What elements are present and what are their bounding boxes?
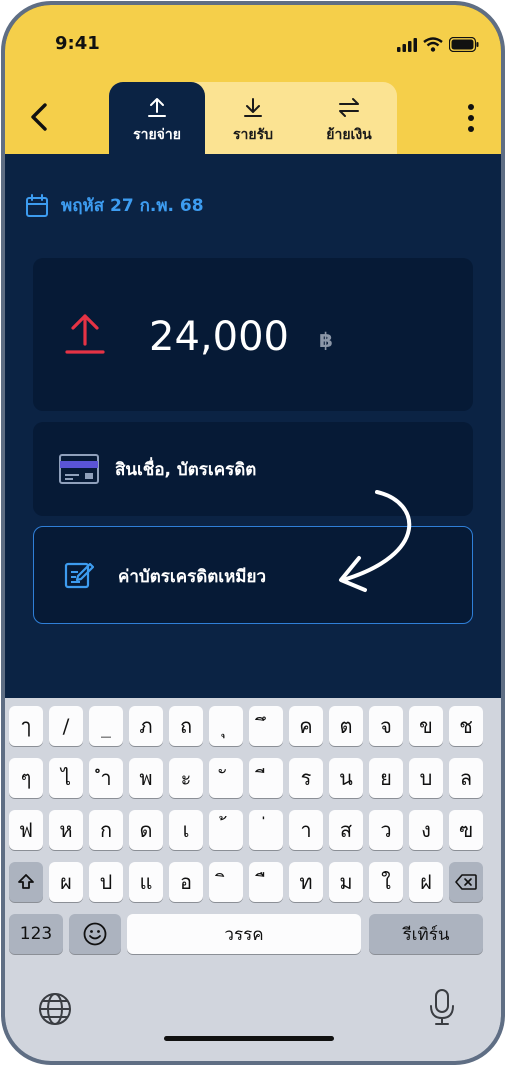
key[interactable]: ย <box>369 758 403 798</box>
entry-form: พฤหัส 27 ก.พ. 68 24,000 ฿ สินเชื่อ, บัตร… <box>5 154 501 698</box>
key[interactable]: ฝ <box>409 862 443 902</box>
key[interactable]: ั <box>209 758 243 798</box>
transfer-icon <box>339 98 359 117</box>
date-label: พฤหัส 27 ก.พ. 68 <box>61 196 204 216</box>
return-key[interactable]: รีเทิร์น <box>369 914 483 954</box>
currency-symbol: ฿ <box>319 328 333 352</box>
home-indicator <box>164 1036 334 1041</box>
space-key[interactable]: วรรค <box>127 914 361 954</box>
key[interactable]: เ <box>169 810 203 850</box>
key[interactable]: น <box>329 758 363 798</box>
signal-icon <box>397 37 417 52</box>
status-icons <box>397 37 479 52</box>
emoji-icon <box>83 922 107 946</box>
amount-card[interactable]: 24,000 ฿ <box>33 258 473 411</box>
key[interactable]: ่ <box>249 810 283 850</box>
date-selector[interactable]: พฤหัส 27 ก.พ. 68 <box>25 192 204 219</box>
key[interactable]: ง <box>409 810 443 850</box>
tab-income-label: รายรับ <box>233 127 273 143</box>
key[interactable]: / <box>49 706 83 746</box>
key[interactable]: ข <box>409 706 443 746</box>
wifi-icon <box>423 37 443 52</box>
download-icon <box>244 98 262 117</box>
backspace-icon <box>455 874 477 890</box>
tab-transfer-label: ย้ายเงิน <box>326 127 372 143</box>
key[interactable]: ท <box>289 862 323 902</box>
key[interactable]: ึ <box>249 706 283 746</box>
tab-income[interactable]: รายรับ <box>205 82 301 154</box>
shift-key[interactable] <box>9 862 43 902</box>
expense-arrow-icon <box>65 314 105 354</box>
key[interactable]: ม <box>329 862 363 902</box>
key[interactable]: จ <box>369 706 403 746</box>
note-text: ค่าบัตรเครดิตเหมียว <box>118 567 267 587</box>
key[interactable]: ส <box>329 810 363 850</box>
key[interactable]: ๅ <box>9 706 43 746</box>
key[interactable]: _ <box>89 706 123 746</box>
transaction-type-tabs: รายจ่าย รายรับ ย้ายเงิน <box>109 82 397 154</box>
key[interactable]: แ <box>129 862 163 902</box>
status-time: 9:41 <box>55 33 100 54</box>
category-label: สินเชื่อ, บัตรเครดิต <box>115 460 257 480</box>
calendar-icon <box>26 193 48 217</box>
upload-icon <box>148 98 166 117</box>
key[interactable]: า <box>289 810 323 850</box>
key[interactable]: ื <box>249 862 283 902</box>
top-bar: 9:41 รายจ่าย รายรับ ย้ายเงิน <box>5 5 501 154</box>
numbers-key[interactable]: 123 <box>9 914 63 954</box>
key[interactable]: ช <box>449 706 483 746</box>
key[interactable]: ไ <box>49 758 83 798</box>
curved-arrow-annotation <box>339 490 412 592</box>
phone-frame: 9:41 รายจ่าย รายรับ ย้ายเงิน พฤหัส 27 ก.… <box>1 1 505 1065</box>
more-options-icon[interactable] <box>467 103 475 133</box>
amount-value: 24,000 <box>149 314 289 360</box>
key[interactable]: ฟ <box>9 810 43 850</box>
key[interactable]: บ <box>409 758 443 798</box>
thai-keyboard: ๅ / _ ภ ถ ุ ึ ค ต จ ข ช ๆ ไ ำ พ ะ ั ี ร … <box>5 698 501 1061</box>
key[interactable]: ต <box>329 706 363 746</box>
key[interactable]: ก <box>89 810 123 850</box>
microphone-icon[interactable] <box>429 988 455 1026</box>
key[interactable]: ป <box>89 862 123 902</box>
tab-expense-label: รายจ่าย <box>133 127 181 143</box>
key[interactable]: ด <box>129 810 163 850</box>
key[interactable]: ิ <box>209 862 243 902</box>
shift-icon <box>18 874 34 889</box>
key[interactable]: ะ <box>169 758 203 798</box>
backspace-key[interactable] <box>449 862 483 902</box>
emoji-key[interactable] <box>69 914 121 954</box>
key[interactable]: ร <box>289 758 323 798</box>
key[interactable]: ้ <box>209 810 243 850</box>
tab-expense[interactable]: รายจ่าย <box>109 82 205 154</box>
key[interactable]: ฃ <box>449 810 483 850</box>
key[interactable]: ภ <box>129 706 163 746</box>
key[interactable]: อ <box>169 862 203 902</box>
edit-note-icon <box>64 562 94 589</box>
back-icon[interactable] <box>27 101 51 133</box>
key[interactable]: ห <box>49 810 83 850</box>
key[interactable]: ผ <box>49 862 83 902</box>
key[interactable]: ใ <box>369 862 403 902</box>
globe-icon[interactable] <box>38 992 72 1026</box>
key[interactable]: ถ <box>169 706 203 746</box>
key[interactable]: ว <box>369 810 403 850</box>
key[interactable]: ๆ <box>9 758 43 798</box>
key[interactable]: ี <box>249 758 283 798</box>
credit-card-icon <box>59 454 99 484</box>
tab-transfer[interactable]: ย้ายเงิน <box>301 82 397 154</box>
key[interactable]: ล <box>449 758 483 798</box>
key[interactable]: พ <box>129 758 163 798</box>
battery-icon <box>449 37 479 52</box>
key[interactable]: ค <box>289 706 323 746</box>
key[interactable]: ุ <box>209 706 243 746</box>
key[interactable]: ำ <box>89 758 123 798</box>
